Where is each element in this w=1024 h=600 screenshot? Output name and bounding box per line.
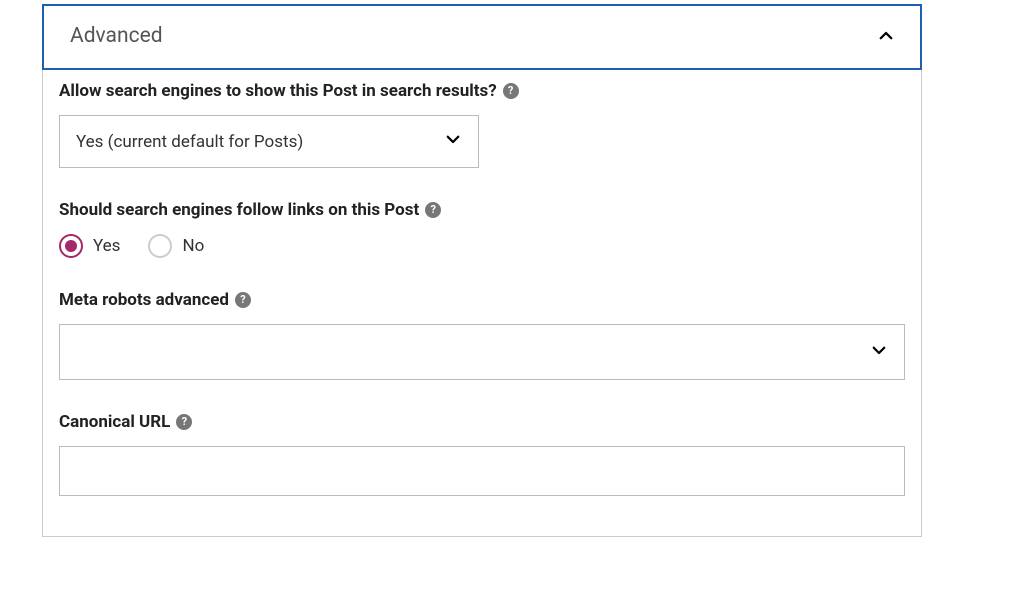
chevron-up-icon <box>876 26 896 46</box>
allow-search-select[interactable]: Yes (current default for Posts) <box>59 115 479 168</box>
allow-search-label: Allow search engines to show this Post i… <box>59 81 497 101</box>
field-follow-links: Should search engines follow links on th… <box>59 200 905 258</box>
field-meta-robots: Meta robots advanced ? <box>59 290 905 380</box>
chevron-down-icon <box>444 130 462 153</box>
accordion-title: Advanced <box>70 24 163 48</box>
field-canonical-url: Canonical URL ? <box>59 412 905 496</box>
help-icon[interactable]: ? <box>176 414 192 430</box>
meta-robots-label: Meta robots advanced <box>59 290 229 310</box>
canonical-url-input[interactable] <box>59 446 905 496</box>
allow-search-selected-value: Yes (current default for Posts) <box>76 132 303 152</box>
follow-links-radio-group: Yes No <box>59 234 905 258</box>
meta-robots-select[interactable] <box>59 324 905 380</box>
field-allow-search: Allow search engines to show this Post i… <box>59 81 905 168</box>
advanced-panel: Advanced Allow search engines to show th… <box>42 4 922 537</box>
radio-indicator <box>59 234 83 258</box>
help-icon[interactable]: ? <box>503 83 519 99</box>
radio-dot <box>65 240 77 252</box>
canonical-url-label: Canonical URL <box>59 412 170 432</box>
help-icon[interactable]: ? <box>425 202 441 218</box>
help-icon[interactable]: ? <box>235 292 251 308</box>
radio-no-label: No <box>182 236 204 256</box>
chevron-down-icon <box>870 341 888 364</box>
follow-links-radio-yes[interactable]: Yes <box>59 234 120 258</box>
follow-links-radio-no[interactable]: No <box>148 234 204 258</box>
accordion-toggle-advanced[interactable]: Advanced <box>42 4 922 70</box>
follow-links-label: Should search engines follow links on th… <box>59 200 419 220</box>
radio-yes-label: Yes <box>93 236 120 256</box>
panel-body: Allow search engines to show this Post i… <box>43 69 921 536</box>
radio-indicator <box>148 234 172 258</box>
